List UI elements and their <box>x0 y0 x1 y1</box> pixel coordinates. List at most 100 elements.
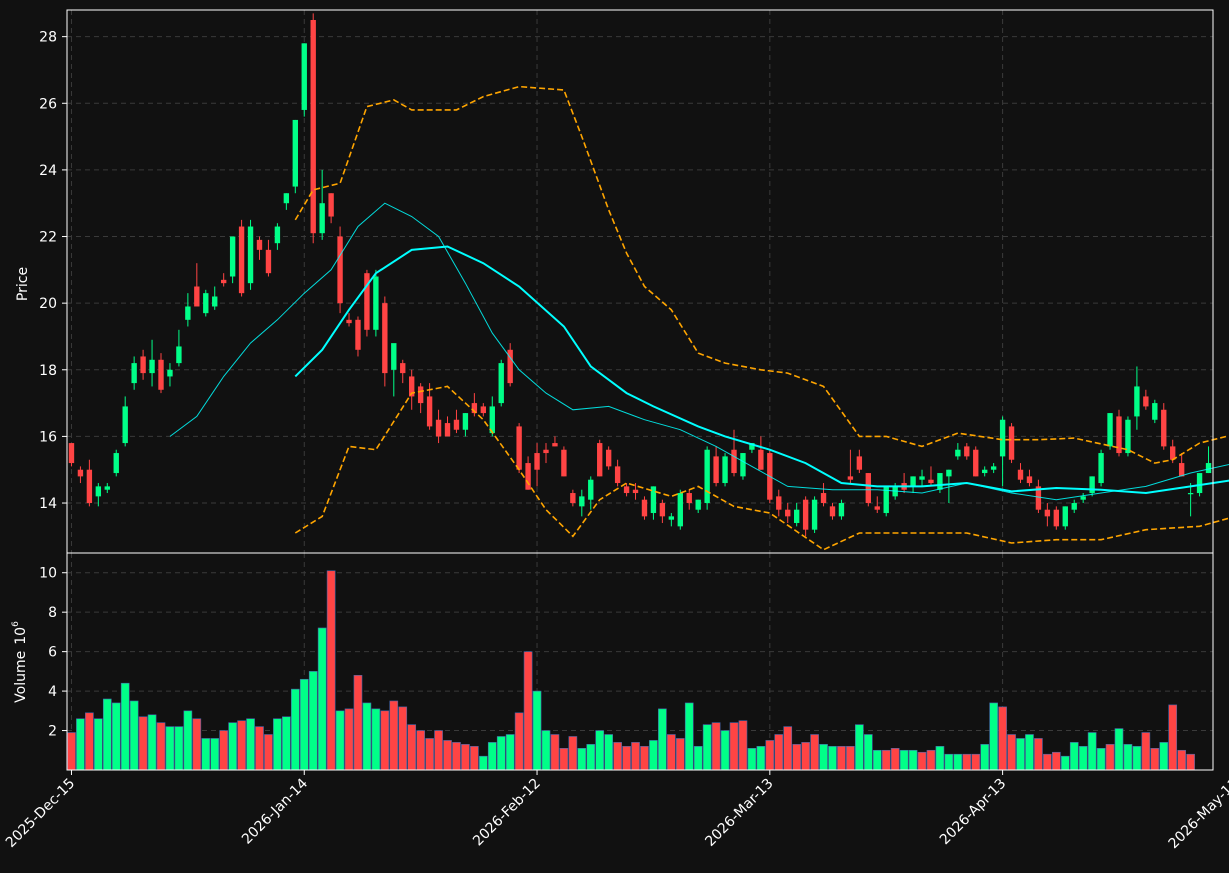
candle-body <box>677 493 683 527</box>
volume-bar <box>1078 746 1088 771</box>
volume-bar <box>675 738 685 771</box>
volume-bar <box>192 718 202 771</box>
candle-body <box>149 359 155 374</box>
candle-body <box>104 486 110 490</box>
candle-body <box>1044 509 1051 517</box>
candle-body <box>453 419 460 430</box>
candle-body <box>140 356 146 374</box>
candle-body <box>820 493 827 504</box>
volume-bar <box>111 702 121 771</box>
candle-body <box>256 239 263 250</box>
price-y-tick-label: 18 <box>39 363 57 379</box>
volume-axis-exponent: 6 <box>11 621 21 627</box>
candle-body <box>811 499 818 530</box>
price-y-tick-label: 28 <box>39 30 57 46</box>
candle-body <box>1134 386 1140 417</box>
volume-bar <box>702 724 712 771</box>
volume-bar <box>129 700 139 771</box>
candle-body <box>543 449 549 454</box>
volume-bar <box>362 702 372 771</box>
volume-bar <box>299 678 309 771</box>
candle-body <box>194 286 200 307</box>
candle-body <box>686 493 692 504</box>
candle-body <box>973 449 979 477</box>
volume-bar <box>881 749 891 771</box>
volume-bar <box>559 747 569 771</box>
candle-body <box>579 496 585 507</box>
candle-body <box>400 363 406 374</box>
volume-bar <box>935 746 945 771</box>
volume-bar <box>120 682 130 771</box>
volume-bar <box>147 714 157 771</box>
candle-body <box>77 469 84 477</box>
candle-body <box>785 509 791 517</box>
volume-bar <box>1043 753 1052 771</box>
candle-body <box>220 279 227 284</box>
candle-body <box>937 473 943 490</box>
candle-body <box>856 456 863 470</box>
volume-bar <box>658 708 667 771</box>
volume-y-tick-label: 10 <box>39 566 57 582</box>
volume-bar <box>631 742 640 771</box>
volume-bar <box>729 722 739 771</box>
candle-body <box>659 503 666 517</box>
volume-bar <box>1069 742 1079 771</box>
volume-bar <box>1007 734 1016 771</box>
price-y-tick-label: 22 <box>39 230 57 246</box>
candle-body <box>1053 509 1060 527</box>
volume-bar <box>523 651 533 771</box>
volume-axis-label: Volume <box>13 651 29 703</box>
candle-body <box>167 369 173 377</box>
candle-body <box>382 303 388 374</box>
candle-body <box>802 499 809 530</box>
volume-bar <box>1132 746 1142 771</box>
candle-body <box>1098 453 1104 484</box>
volume-bar <box>595 730 605 771</box>
volume-bar <box>568 736 578 771</box>
volume-y-tick-label: 2 <box>48 724 57 740</box>
candle-body <box>212 296 218 307</box>
volume-bar <box>246 718 255 771</box>
candle-body <box>1017 469 1024 480</box>
volume-bar <box>344 708 354 771</box>
volume-bar <box>1105 744 1115 771</box>
candle-body <box>632 489 639 494</box>
volume-bar <box>640 746 649 771</box>
volume-bar <box>604 734 613 771</box>
candle-body <box>910 476 916 487</box>
volume-y-tick-label: 6 <box>48 645 57 661</box>
candle-body <box>713 456 719 484</box>
volume-bar <box>962 753 972 771</box>
volume-bar <box>908 749 918 771</box>
volume-bar <box>371 708 381 771</box>
volume-bar <box>407 724 417 771</box>
volume-bar <box>353 675 363 771</box>
candle-body <box>229 236 236 277</box>
volume-bar <box>989 702 998 771</box>
candle-body <box>1161 409 1167 447</box>
candle-body <box>874 506 880 510</box>
volume-bar <box>998 706 1007 771</box>
volume-bar <box>917 751 927 771</box>
candle-body <box>337 236 343 304</box>
volume-bar <box>1034 738 1043 771</box>
volume-bar <box>273 718 282 771</box>
volume-bar <box>1141 732 1151 771</box>
candle-body <box>1205 463 1212 474</box>
volume-bar <box>649 740 658 771</box>
candle-body <box>480 406 487 414</box>
candle-body <box>731 449 737 474</box>
volume-bar <box>613 742 622 771</box>
candle-body <box>498 363 504 404</box>
candle-body <box>829 506 836 517</box>
volume-bar <box>1177 749 1186 771</box>
volume-bar <box>1168 704 1178 771</box>
volume-bar <box>156 722 166 771</box>
candle-body <box>1125 419 1131 454</box>
volume-bar <box>953 753 963 771</box>
volume-bar <box>470 746 479 771</box>
volume-bar <box>971 753 981 771</box>
volume-axis-base: 10 <box>13 627 29 645</box>
candle-body <box>319 203 325 234</box>
candle-body <box>623 486 630 494</box>
